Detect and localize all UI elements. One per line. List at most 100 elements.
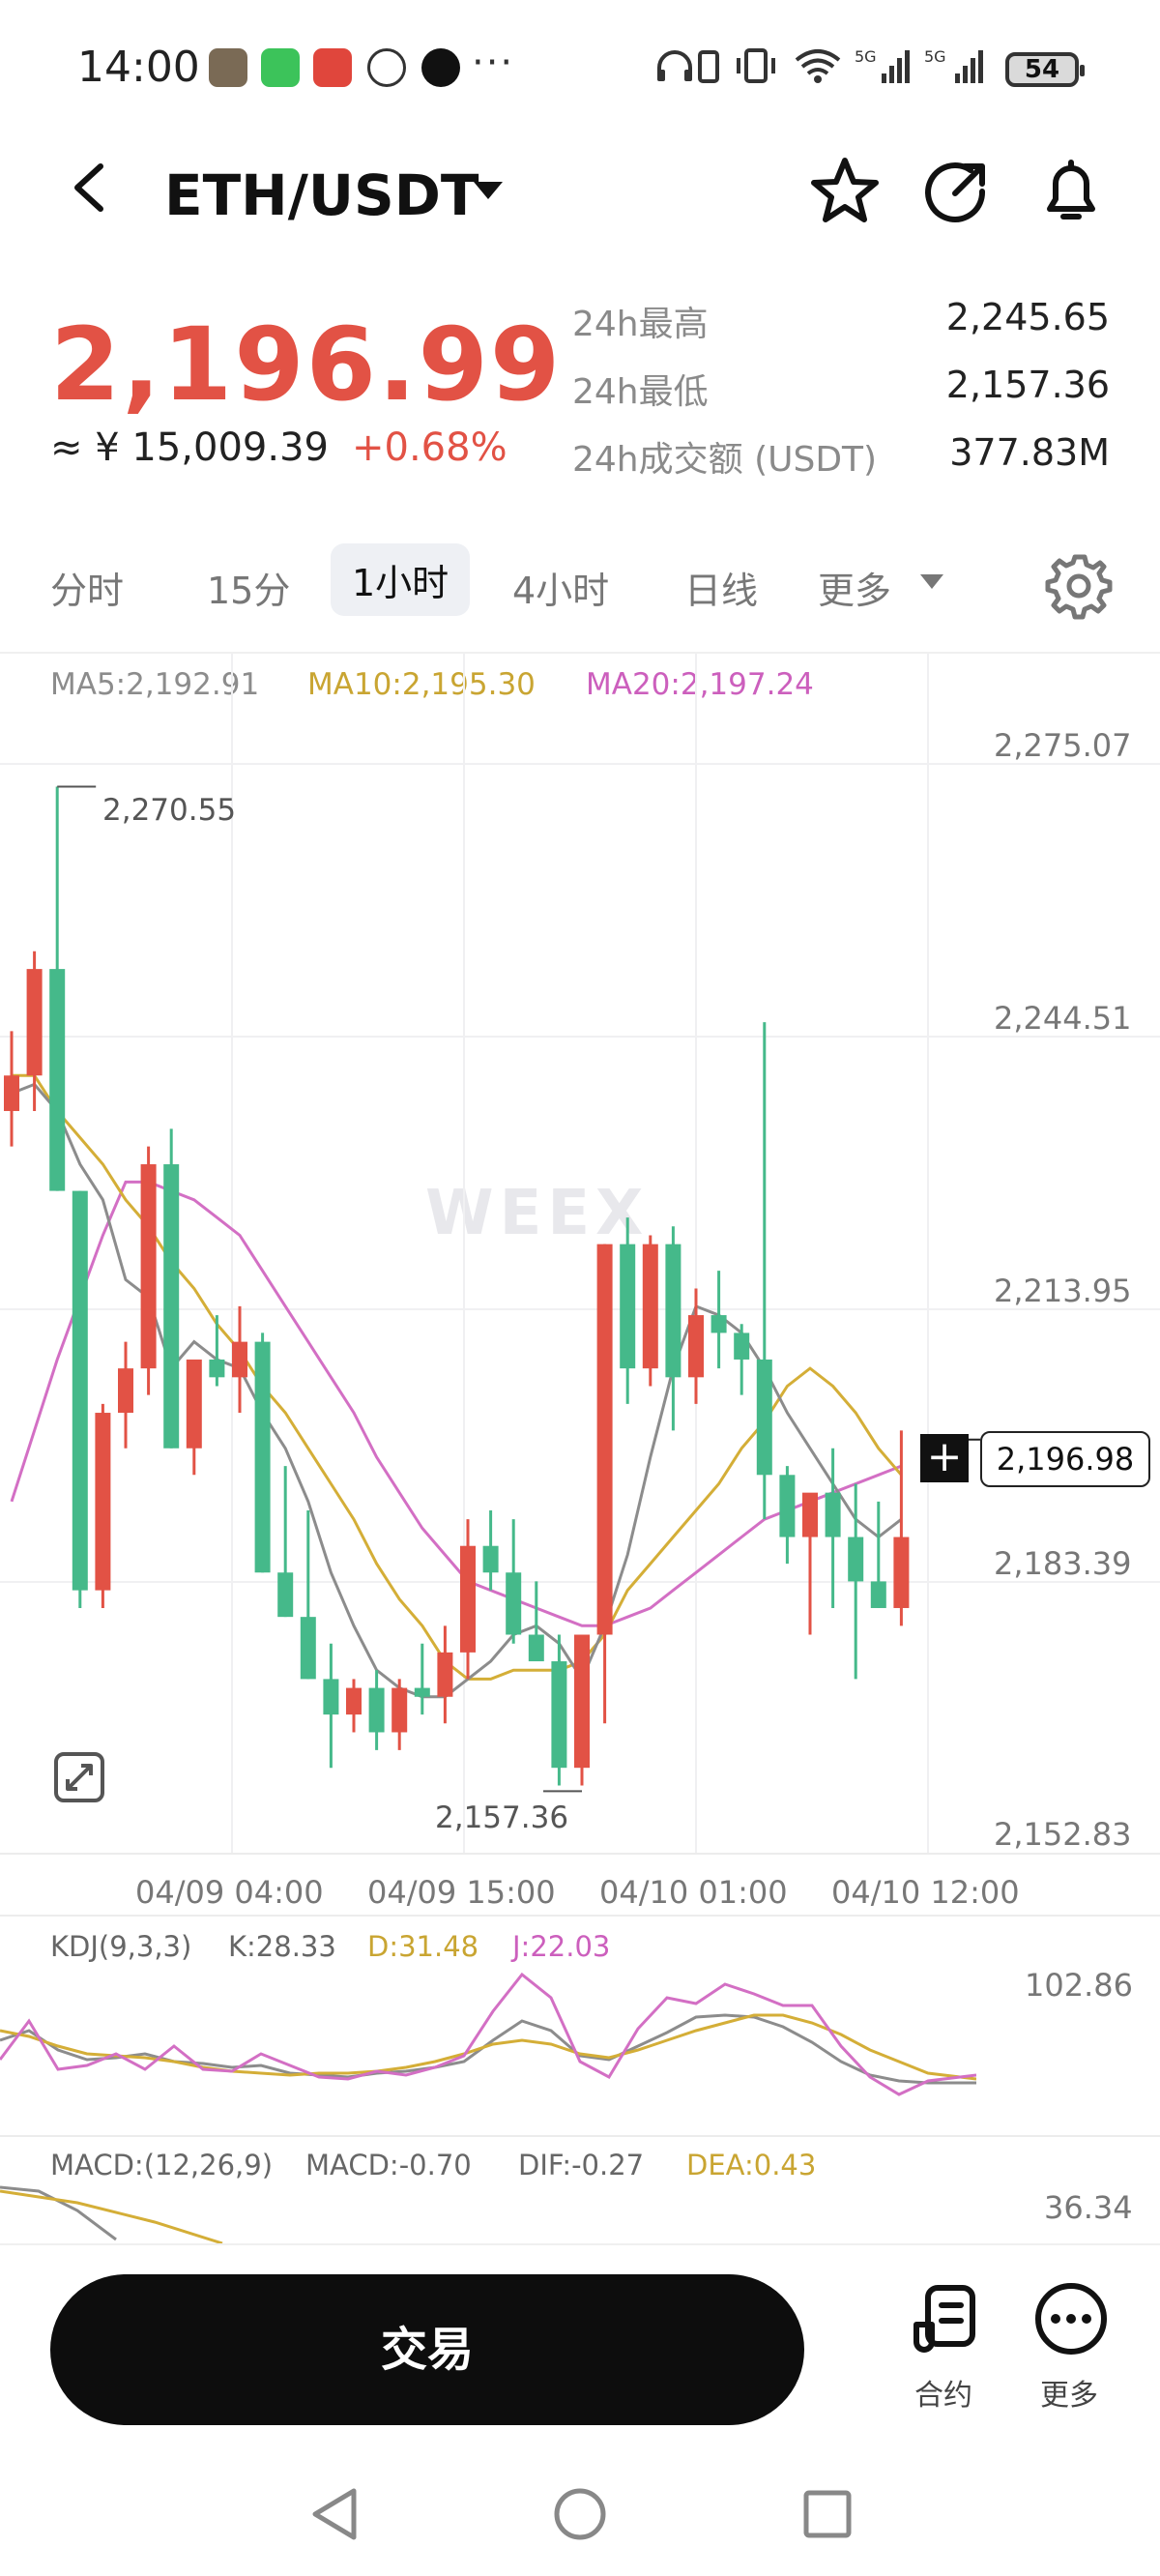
- candle-up: [802, 1492, 818, 1537]
- vibrate-icon: [737, 48, 775, 83]
- tab-4h[interactable]: 4小时: [512, 561, 609, 614]
- candle-down: [620, 1244, 636, 1369]
- battery-small-icon: [698, 50, 719, 83]
- contract-label[interactable]: 合约: [914, 2371, 972, 2414]
- candle-up: [95, 1413, 111, 1591]
- macd-dif: DIF:-0.27: [518, 2149, 645, 2181]
- headphones-icon: [657, 50, 692, 81]
- candle-up: [392, 1687, 408, 1733]
- candle-up: [642, 1244, 658, 1369]
- chevron-down-icon[interactable]: [918, 572, 945, 592]
- candle-down: [710, 1315, 727, 1333]
- hand-icon: [367, 48, 406, 87]
- candle-down: [254, 1341, 271, 1573]
- candle-up: [346, 1687, 362, 1715]
- candle-up: [893, 1537, 910, 1608]
- more-notifications-icon: ···: [472, 41, 515, 85]
- candle-down: [506, 1572, 522, 1635]
- fullscreen-icon[interactable]: [52, 1750, 106, 1804]
- y-tick-label: 2,275.07: [994, 727, 1132, 764]
- candle-down: [49, 969, 66, 1191]
- stat-low-value: 2,157.36: [945, 364, 1110, 406]
- y-tick-label: 2,183.39: [994, 1545, 1132, 1582]
- nav-home-icon[interactable]: [551, 2485, 609, 2543]
- candle-up: [688, 1315, 704, 1378]
- status-time: 14:00: [77, 43, 200, 92]
- candle-down: [209, 1359, 225, 1378]
- macd-axis-label: 36.34: [1044, 2189, 1133, 2226]
- candle-down: [825, 1492, 841, 1537]
- wechat-icon: [261, 48, 300, 87]
- settings-gear-icon[interactable]: [1044, 551, 1114, 621]
- y-tick-label: 2,152.83: [994, 1816, 1132, 1853]
- qq-icon: [421, 48, 460, 87]
- stat-high-value: 2,245.65: [945, 296, 1110, 338]
- candle-down: [277, 1572, 294, 1618]
- tab-daily[interactable]: 日线: [684, 561, 758, 614]
- x-tick-label: 04/09 04:00: [135, 1874, 324, 1911]
- candle-down: [482, 1545, 499, 1573]
- contract-icon[interactable]: [907, 2280, 984, 2357]
- share-icon[interactable]: [920, 155, 994, 228]
- more-label[interactable]: 更多: [1040, 2371, 1098, 2414]
- candle-down: [734, 1332, 750, 1360]
- back-arrow-icon[interactable]: [60, 159, 118, 217]
- bell-icon[interactable]: [1034, 155, 1108, 228]
- candle-down: [323, 1679, 339, 1715]
- app-notification-icon: [209, 48, 247, 87]
- stat-low-label: 24h最低: [572, 372, 709, 412]
- candle-down: [779, 1475, 796, 1537]
- y-tick-label: 2,244.51: [994, 1000, 1132, 1037]
- candle-up: [186, 1359, 202, 1449]
- tab-timeshare[interactable]: 分时: [50, 561, 124, 614]
- x-tick-label: 04/10 01:00: [599, 1874, 788, 1911]
- macd-dea: DEA:0.43: [686, 2149, 817, 2181]
- tab-more[interactable]: 更多: [818, 561, 891, 614]
- macd-value: MACD:-0.70: [305, 2149, 472, 2181]
- last-price: 2,196.99: [50, 306, 563, 424]
- candle-up: [4, 1075, 19, 1111]
- more-icon[interactable]: [1032, 2280, 1110, 2357]
- signal-5g-icon: 5G: [855, 47, 910, 83]
- bottom-divider: [0, 2243, 1160, 2245]
- stat-high-label: 24h最高: [572, 305, 709, 344]
- candle-down: [163, 1164, 180, 1449]
- kdj-divider: [0, 1915, 1160, 1917]
- y-tick-label: 2,213.95: [994, 1273, 1132, 1309]
- app-notification-icon: [313, 48, 352, 87]
- chevron-down-icon[interactable]: [472, 180, 505, 203]
- candle-down: [848, 1537, 864, 1582]
- price-cny: ≈ ¥ 15,009.39: [50, 425, 329, 470]
- star-icon[interactable]: [808, 155, 882, 228]
- candle-down: [300, 1617, 316, 1680]
- svg-text:5G: 5G: [855, 47, 877, 66]
- candlestick-chart[interactable]: [0, 654, 1160, 1853]
- candle-down: [72, 1190, 88, 1591]
- pair-selector[interactable]: ETH/USDT: [164, 162, 479, 228]
- stat-volume-value: 377.83M: [949, 431, 1110, 474]
- price-change: +0.68%: [352, 425, 508, 470]
- trade-button[interactable]: 交易: [50, 2274, 804, 2425]
- nav-recents-icon[interactable]: [800, 2487, 855, 2541]
- macd-divider: [0, 2135, 1160, 2137]
- stat-volume-label: 24h成交额 (USDT): [572, 440, 878, 480]
- candle-down: [665, 1244, 682, 1378]
- x-tick-label: 04/09 15:00: [367, 1874, 556, 1911]
- signal-5g-icon-2: 5G: [924, 47, 983, 83]
- candle-up: [118, 1368, 133, 1414]
- candle-down: [870, 1581, 886, 1608]
- tab-15m[interactable]: 15分: [207, 561, 290, 614]
- crosshair-button[interactable]: +: [920, 1434, 969, 1482]
- kdj-axis-label: 102.86: [1025, 1967, 1133, 2004]
- nav-back-icon[interactable]: [307, 2485, 362, 2543]
- candle-up: [596, 1244, 613, 1635]
- tab-1h[interactable]: 1小时: [331, 543, 471, 616]
- candle-up: [437, 1652, 453, 1697]
- x-axis-line: [0, 1853, 1160, 1855]
- max-price-label: 2,270.55: [102, 793, 237, 828]
- candle-up: [140, 1164, 157, 1369]
- battery-indicator: 54: [1005, 52, 1085, 87]
- svg-text:5G: 5G: [924, 47, 946, 66]
- candle-down: [368, 1687, 385, 1733]
- candle-down: [414, 1687, 430, 1697]
